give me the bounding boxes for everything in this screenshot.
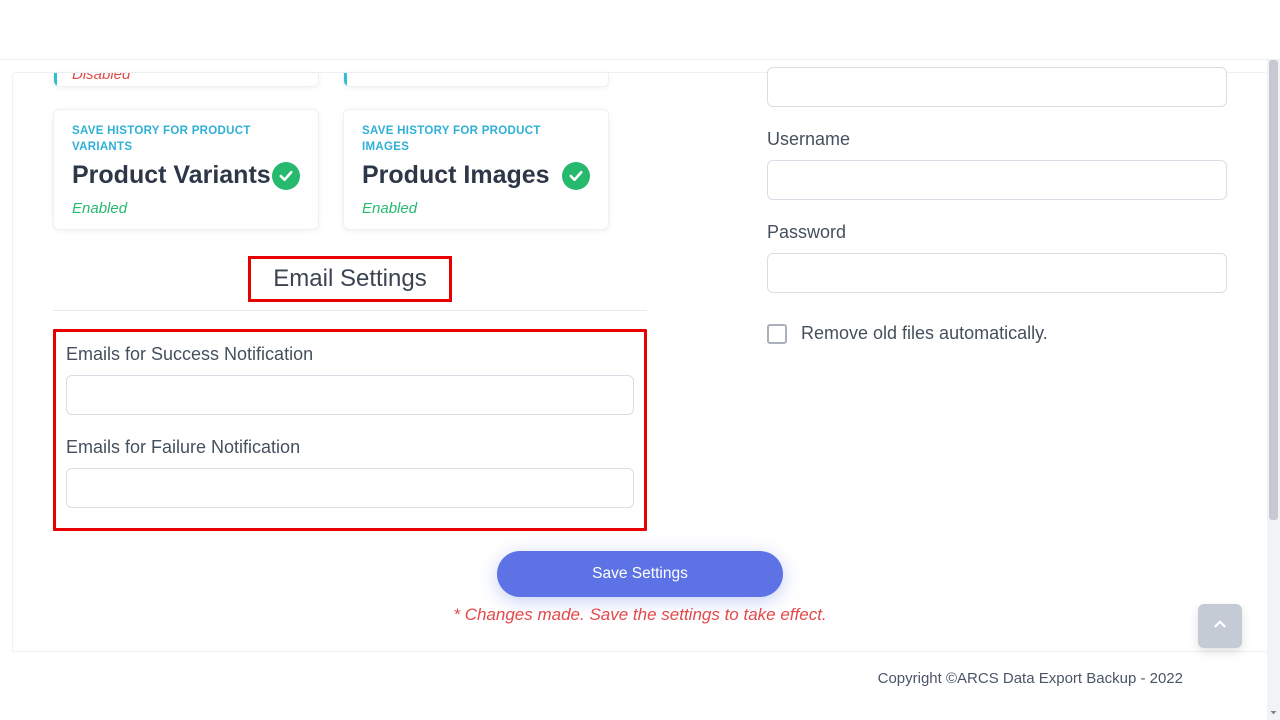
emails-failure-label: Emails for Failure Notification (66, 437, 634, 458)
scrollbar-thumb[interactable] (1269, 60, 1278, 520)
card-eyebrow: SAVE HISTORY FOR PRODUCT VARIANTS (72, 124, 300, 155)
card-accent (344, 73, 347, 86)
chevron-up-icon (1211, 615, 1229, 638)
card-status-enabled: Enabled (362, 200, 590, 217)
card-title: Product Variants (72, 161, 271, 190)
remove-old-files-label: Remove old files automatically. (801, 323, 1048, 344)
card-accent (54, 73, 57, 86)
check-circle-icon (272, 162, 300, 190)
history-card-partial-right[interactable] (343, 73, 609, 87)
emails-failure-input[interactable] (66, 468, 634, 508)
password-input[interactable] (767, 253, 1227, 293)
history-card-partial-left[interactable]: Disabled (53, 73, 319, 87)
chevron-down-icon (1269, 704, 1278, 720)
username-label: Username (767, 129, 1227, 150)
card-status-enabled: Enabled (72, 200, 300, 217)
unsaved-changes-notice: * Changes made. Save the settings to tak… (53, 605, 1227, 625)
check-circle-icon (562, 162, 590, 190)
divider (53, 310, 647, 311)
remove-old-files-checkbox[interactable] (767, 324, 787, 344)
emails-success-label: Emails for Success Notification (66, 344, 634, 365)
card-title: Product Images (362, 161, 550, 190)
card-status-disabled: Disabled (72, 73, 130, 83)
card-eyebrow: SAVE HISTORY FOR PRODUCT IMAGES (362, 124, 590, 155)
emails-success-input[interactable] (66, 375, 634, 415)
email-notification-block: Emails for Success Notification Emails f… (53, 329, 647, 531)
save-settings-button[interactable]: Save Settings (497, 551, 783, 597)
username-input[interactable] (767, 160, 1227, 200)
footer-copyright: Copyright ©ARCS Data Export Backup - 202… (12, 670, 1268, 687)
host-input[interactable] (767, 67, 1227, 107)
settings-page: Disabled SAVE HISTORY FOR PRODUCT VARIAN… (12, 72, 1268, 652)
email-settings-heading: Email Settings (248, 256, 451, 302)
top-bar (0, 0, 1280, 60)
history-card-product-variants[interactable]: SAVE HISTORY FOR PRODUCT VARIANTS Produc… (53, 109, 319, 230)
history-card-product-images[interactable]: SAVE HISTORY FOR PRODUCT IMAGES Product … (343, 109, 609, 230)
scrollbar[interactable] (1267, 60, 1280, 720)
password-label: Password (767, 222, 1227, 243)
scrollbar-down-button[interactable] (1267, 706, 1280, 720)
scroll-to-top-button[interactable] (1198, 604, 1242, 648)
